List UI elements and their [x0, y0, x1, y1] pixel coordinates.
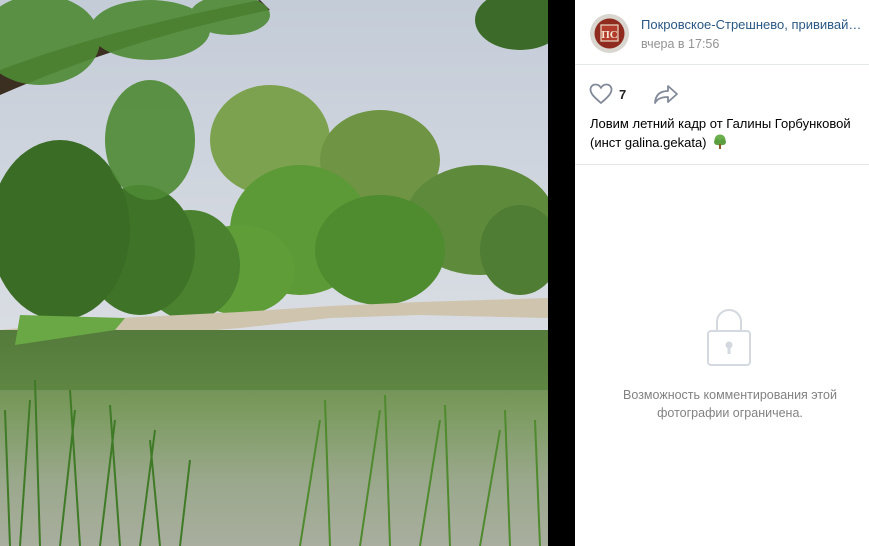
post-caption: Ловим летний кадр от Галины Горбунковой …: [590, 114, 866, 155]
avatar-monogram: ПС: [601, 29, 618, 41]
photo-image: [0, 0, 548, 546]
share-button[interactable]: [653, 83, 679, 105]
comments-restricted-message: Возможность комментирования этой фотогра…: [623, 388, 837, 420]
like-button[interactable]: 7: [589, 83, 626, 105]
share-arrow-icon: [654, 85, 678, 104]
post-photo[interactable]: [0, 0, 548, 546]
post-date[interactable]: вчера в 17:56: [641, 37, 719, 51]
post-info-panel: ПС Покровское-Стрешнево, прививай… вчера…: [575, 0, 869, 546]
lock-icon: [706, 307, 752, 367]
heart-icon: [589, 83, 613, 105]
tree-icon: [714, 134, 727, 149]
community-logo-icon: ПС: [590, 14, 629, 53]
post-actions: 7 Ловим летний кадр от Галины Горбунково…: [575, 65, 869, 165]
like-count: 7: [619, 86, 627, 102]
avatar[interactable]: ПС: [590, 14, 629, 53]
author-header: ПС Покровское-Стрешнево, прививай… вчера…: [575, 0, 869, 65]
photo-viewer-divider: [548, 0, 575, 546]
tree-emoji: [712, 134, 728, 155]
author-name-link[interactable]: Покровское-Стрешнево, прививай…: [641, 17, 865, 32]
